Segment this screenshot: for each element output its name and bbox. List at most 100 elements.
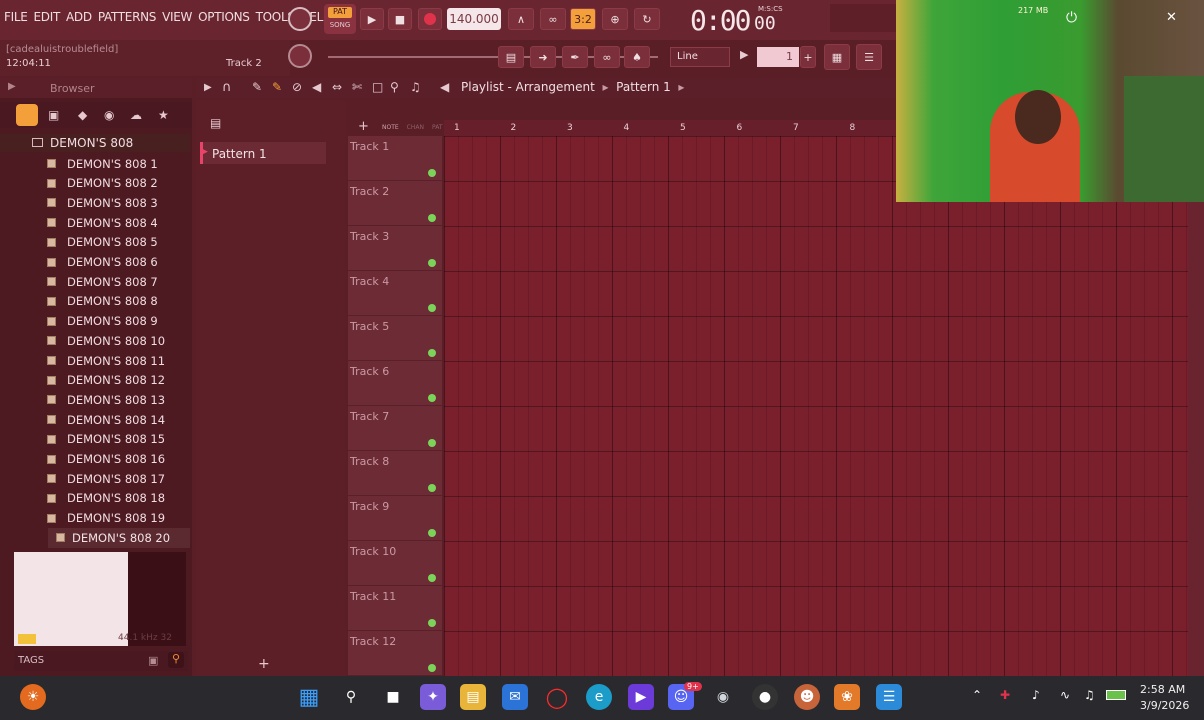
speaker-icon[interactable]: ♫ bbox=[410, 80, 421, 94]
pat-song-toggle[interactable]: PAT SONG bbox=[324, 4, 356, 34]
clock-time[interactable]: 2:58 AM bbox=[1140, 683, 1185, 696]
browser-all-icon[interactable] bbox=[16, 104, 38, 126]
vertical-scrollbar[interactable] bbox=[1188, 136, 1204, 676]
slip-icon[interactable]: ⇔ bbox=[332, 80, 342, 94]
track-mute-led[interactable] bbox=[428, 259, 436, 267]
file-explorer-icon[interactable]: ▤ bbox=[460, 684, 486, 710]
opera-icon[interactable]: ◯ bbox=[544, 684, 570, 710]
power-icon[interactable]: ⏻ bbox=[1066, 10, 1077, 26]
browser-item[interactable]: DEMON'S 808 3 bbox=[42, 193, 192, 212]
browser-globe-icon[interactable]: ◉ bbox=[104, 108, 114, 122]
zoom-icon[interactable]: ⚲ bbox=[390, 80, 399, 94]
browser-item[interactable]: DEMON'S 808 14 bbox=[42, 410, 192, 429]
brush-icon[interactable]: ✒ bbox=[562, 46, 588, 68]
track-mute-led[interactable] bbox=[428, 349, 436, 357]
pencil-icon[interactable]: ✎ bbox=[252, 80, 262, 94]
track-mute-led[interactable] bbox=[428, 439, 436, 447]
time-display[interactable]: 0:00 bbox=[690, 4, 751, 37]
camera-icon[interactable]: ◉ bbox=[710, 684, 736, 710]
weather-widget-icon[interactable]: ☀ bbox=[20, 684, 46, 710]
video-editor-icon[interactable]: ▶ bbox=[628, 684, 654, 710]
stamp-icon[interactable]: ♠ bbox=[624, 46, 650, 68]
menu-edit[interactable]: EDIT bbox=[34, 10, 61, 24]
menu-file[interactable]: FILE bbox=[4, 10, 28, 24]
track-header[interactable]: Track 8 bbox=[348, 451, 442, 496]
play-button[interactable]: ▶ bbox=[360, 8, 384, 30]
fl-studio-icon[interactable]: ❀ bbox=[834, 684, 860, 710]
tempo-display[interactable]: 140.000 bbox=[447, 8, 501, 30]
battery-icon[interactable] bbox=[1106, 690, 1126, 700]
menu-view[interactable]: VIEW bbox=[162, 10, 192, 24]
track-header[interactable]: Track 5 bbox=[348, 316, 442, 361]
menu-patterns[interactable]: PATTERNS bbox=[98, 10, 157, 24]
browser-item[interactable]: DEMON'S 808 9 bbox=[42, 312, 192, 331]
menu-add[interactable]: ADD bbox=[66, 10, 92, 24]
mail-icon[interactable]: ✉ bbox=[502, 684, 528, 710]
browser-item[interactable]: DEMON'S 808 4 bbox=[42, 213, 192, 232]
play-preview-icon[interactable] bbox=[18, 634, 36, 644]
track-mute-led[interactable] bbox=[428, 529, 436, 537]
mixer-icon[interactable]: ☰ bbox=[856, 44, 882, 70]
browser-item[interactable]: DEMON'S 808 8 bbox=[42, 292, 192, 311]
browser-item[interactable]: DEMON'S 808 12 bbox=[42, 371, 192, 390]
track-header[interactable]: Track 12 bbox=[348, 631, 442, 676]
chevron-up-icon[interactable]: ⌃ bbox=[972, 688, 982, 702]
link-icon[interactable]: ∞ bbox=[594, 46, 620, 68]
step-value[interactable]: 1 bbox=[757, 47, 799, 67]
clock-date[interactable]: 3/9/2026 bbox=[1140, 699, 1189, 712]
edge-icon[interactable]: e bbox=[586, 684, 612, 710]
track-mute-led[interactable] bbox=[428, 664, 436, 672]
tray-app-icon[interactable]: ✚ bbox=[1000, 688, 1010, 702]
browser-item[interactable]: DEMON'S 808 6 bbox=[42, 253, 192, 272]
browser-item[interactable]: DEMON'S 808 7 bbox=[42, 272, 192, 291]
browser-plugins-icon[interactable]: ◆ bbox=[78, 108, 87, 122]
tab-chan[interactable]: CHAN bbox=[407, 124, 424, 131]
arrow-right-icon[interactable]: ➜ bbox=[530, 46, 556, 68]
browser-item[interactable]: DEMON'S 808 16 bbox=[42, 450, 192, 469]
browser-item[interactable]: DEMON'S 808 2 bbox=[42, 174, 192, 193]
add-pattern-button[interactable]: + bbox=[258, 656, 270, 672]
browser-item[interactable]: DEMON'S 808 17 bbox=[42, 469, 192, 488]
track-header[interactable]: Track 2 bbox=[348, 181, 442, 226]
track-mute-led[interactable] bbox=[428, 394, 436, 402]
track-header[interactable]: Track 3 bbox=[348, 226, 442, 271]
record-button[interactable] bbox=[418, 8, 442, 30]
track-header[interactable]: Track 4 bbox=[348, 271, 442, 316]
track-header[interactable]: Track 7 bbox=[348, 406, 442, 451]
start-icon[interactable]: ▦ bbox=[296, 684, 322, 710]
browser-cloud-icon[interactable]: ☁ bbox=[130, 108, 142, 122]
countdown-button[interactable]: 3:2 bbox=[570, 8, 596, 30]
tab-note[interactable]: NOTE bbox=[382, 124, 399, 131]
step-arrow-icon[interactable]: ▶ bbox=[740, 48, 748, 61]
channel-rack-icon[interactable]: ▦ bbox=[824, 44, 850, 70]
stop-button[interactable]: ■ bbox=[388, 8, 412, 30]
wait-input-button[interactable]: ∞ bbox=[540, 8, 566, 30]
track-header[interactable]: Track 11 bbox=[348, 586, 442, 631]
volume-icon[interactable]: ♫ bbox=[1084, 688, 1095, 702]
track-mute-led[interactable] bbox=[428, 484, 436, 492]
playlist-arrows-icon[interactable]: ◀ bbox=[440, 80, 449, 94]
track-mute-led[interactable] bbox=[428, 214, 436, 222]
step-edit-button[interactable]: ⊕ bbox=[602, 8, 628, 30]
add-step-button[interactable]: + bbox=[800, 46, 816, 68]
wifi-icon[interactable]: ∿ bbox=[1060, 688, 1070, 702]
browser-item[interactable]: DEMON'S 808 1 bbox=[42, 154, 192, 173]
search-icon[interactable]: ⚲ bbox=[168, 652, 184, 668]
track-mute-led[interactable] bbox=[428, 169, 436, 177]
mute-icon[interactable]: ◀ bbox=[312, 80, 321, 94]
slice-icon[interactable]: ✄ bbox=[352, 80, 362, 94]
track-mute-led[interactable] bbox=[428, 304, 436, 312]
close-icon[interactable]: ✕ bbox=[1166, 10, 1177, 25]
browser-arrow-icon[interactable]: ▶ bbox=[8, 81, 16, 92]
piano-keys-icon[interactable]: ▤ bbox=[498, 46, 524, 68]
browser-star-icon[interactable]: ★ bbox=[158, 108, 169, 122]
paint-icon[interactable]: ✎ bbox=[272, 80, 282, 94]
copilot-icon[interactable]: ✦ bbox=[420, 684, 446, 710]
magnet-icon[interactable]: ∩ bbox=[222, 80, 232, 95]
browser-item[interactable]: DEMON'S 808 19 bbox=[42, 509, 192, 528]
microphone-icon[interactable]: ♪ bbox=[1032, 688, 1040, 702]
browser-item[interactable]: DEMON'S 808 13 bbox=[42, 390, 192, 409]
select-icon[interactable]: □ bbox=[372, 80, 383, 94]
track-mute-led[interactable] bbox=[428, 574, 436, 582]
delete-icon[interactable]: ⊘ bbox=[292, 80, 302, 94]
